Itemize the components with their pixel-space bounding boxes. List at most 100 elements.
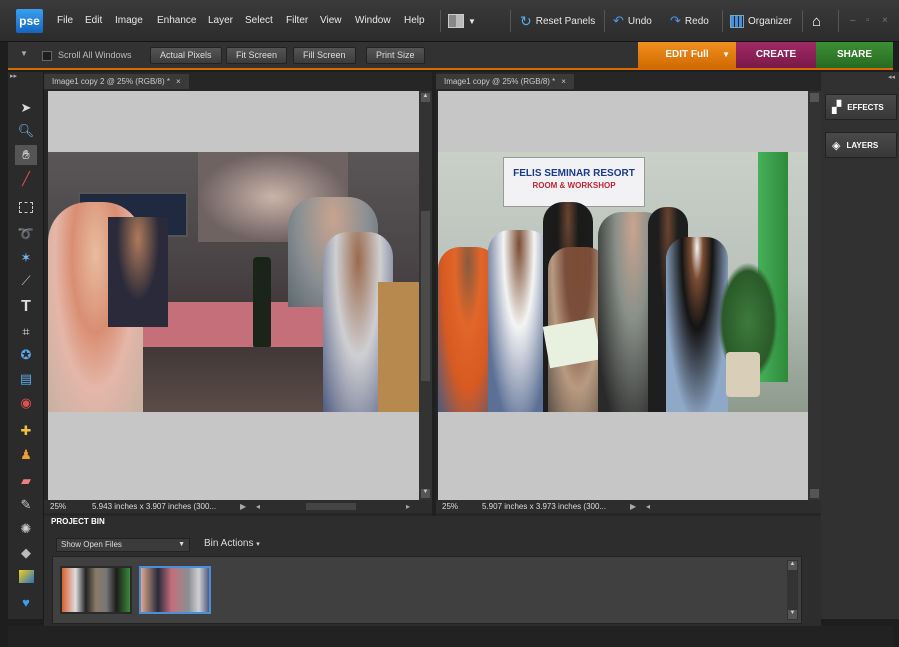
- hand-icon[interactable]: ✋︎: [15, 145, 37, 165]
- smart-brush-icon[interactable]: ✺: [15, 519, 37, 539]
- paint-bucket-icon[interactable]: ◆: [15, 543, 37, 563]
- menu-filter[interactable]: Filter: [286, 15, 308, 26]
- cookie-cutter-icon[interactable]: ✪: [15, 345, 37, 365]
- document-window-2: Image1 copy @ 25% (RGB/8) * × FELIS SEMI…: [436, 72, 821, 516]
- brush-icon[interactable]: ✎: [15, 495, 37, 515]
- menu-separator: [838, 10, 839, 32]
- menu-image[interactable]: Image: [115, 15, 143, 26]
- scroll-left-icon[interactable]: ◂: [646, 500, 650, 513]
- vertical-scrollbar-2[interactable]: [808, 91, 821, 500]
- fill-screen-button[interactable]: Fill Screen: [293, 47, 356, 64]
- move-icon[interactable]: ➤: [15, 98, 37, 118]
- fit-screen-button[interactable]: Fit Screen: [226, 47, 288, 64]
- tab-create[interactable]: CREATE: [736, 42, 816, 68]
- tab-share[interactable]: SHARE: [816, 42, 893, 68]
- custom-shape-icon[interactable]: ♥: [15, 593, 37, 613]
- scroll-down-icon[interactable]: ▼: [421, 489, 430, 498]
- scroll-all-windows-label: Scroll All Windows: [58, 50, 132, 60]
- minimize-icon[interactable]: –: [850, 15, 856, 26]
- menu-enhance[interactable]: Enhance: [157, 15, 196, 26]
- menu-help[interactable]: Help: [404, 15, 425, 26]
- document-tab-2[interactable]: Image1 copy @ 25% (RGB/8) * ×: [436, 74, 574, 89]
- arrange-button[interactable]: ▼: [448, 11, 476, 31]
- selection-brush-icon[interactable]: ⟋: [15, 271, 37, 291]
- collapse-toolbox-icon[interactable]: ▸▸: [10, 72, 17, 80]
- scroll-up-icon[interactable]: ▲: [788, 561, 797, 570]
- red-eye-icon[interactable]: ◉: [15, 393, 37, 413]
- menu-edit[interactable]: Edit: [85, 15, 102, 26]
- menu-select[interactable]: Select: [245, 15, 273, 26]
- show-open-files-label: Show Open Files: [61, 540, 122, 549]
- organizer-icon: [730, 14, 744, 28]
- effects-icon: ▞: [832, 100, 842, 114]
- close-tab-icon[interactable]: ×: [561, 74, 566, 89]
- menu-view[interactable]: View: [320, 15, 342, 26]
- layers-icon: ◈: [832, 139, 841, 152]
- document-canvas-1[interactable]: [48, 91, 419, 500]
- eyedropper-icon[interactable]: ╱: [15, 169, 37, 189]
- marquee-icon[interactable]: [15, 199, 37, 219]
- scroll-down-icon[interactable]: ▼: [788, 610, 797, 619]
- undo-button[interactable]: ↶ Undo: [613, 11, 652, 31]
- close-icon[interactable]: ×: [882, 15, 888, 26]
- layers-panel-button[interactable]: ◈ LAYERS: [825, 132, 897, 158]
- scroll-left-icon[interactable]: ◂: [256, 500, 260, 513]
- thumbnail-dinner-photo[interactable]: [139, 566, 211, 614]
- banner-line-1: FELIS SEMINAR RESORT: [513, 168, 635, 179]
- document-tab-1[interactable]: Image1 copy 2 @ 25% (RGB/8) * ×: [44, 74, 189, 89]
- document-canvas-2[interactable]: FELIS SEMINAR RESORT ROOM & WORKSHOP: [438, 91, 808, 500]
- scroll-up-icon[interactable]: ▲: [421, 93, 430, 102]
- scroll-all-windows-checkbox[interactable]: [42, 51, 52, 61]
- show-open-files-dropdown[interactable]: Show Open Files ▼: [56, 538, 190, 552]
- menu-window[interactable]: Window: [355, 15, 391, 26]
- scrollbar-thumb[interactable]: [421, 211, 430, 381]
- scroll-up-icon[interactable]: [810, 93, 819, 102]
- type-icon[interactable]: T: [15, 297, 37, 317]
- scroll-right-icon[interactable]: ▸: [406, 500, 410, 513]
- app-logo: pse: [16, 9, 43, 33]
- zoom-icon[interactable]: 🔍︎: [15, 121, 37, 141]
- redo-button[interactable]: ↷ Redo: [670, 11, 709, 31]
- bin-scrollbar[interactable]: ▲ ▼: [787, 560, 798, 620]
- menu-layer[interactable]: Layer: [208, 15, 233, 26]
- scroll-down-icon[interactable]: [810, 489, 819, 498]
- redo-icon: ↷: [670, 13, 681, 28]
- home-icon: ⌂: [812, 12, 822, 30]
- actual-pixels-button[interactable]: Actual Pixels: [150, 47, 222, 64]
- crop-icon[interactable]: ⌗: [15, 322, 37, 342]
- organizer-label: Organizer: [748, 15, 792, 27]
- eraser-icon[interactable]: ▰: [15, 471, 37, 491]
- options-bar: ▼ Scroll All Windows Actual Pixels Fit S…: [8, 42, 893, 70]
- horizontal-scrollbar-thumb[interactable]: [306, 503, 356, 510]
- status-menu-icon[interactable]: ▶: [240, 500, 246, 513]
- chevron-down-icon: ▾: [256, 541, 260, 548]
- chevron-down-icon[interactable]: ▼: [722, 42, 730, 68]
- undo-label: Undo: [627, 15, 652, 27]
- tool-options-chevron-icon[interactable]: ▼: [20, 49, 28, 58]
- restore-icon[interactable]: ▫: [866, 15, 870, 26]
- bin-actions-menu[interactable]: Bin Actions ▾: [204, 538, 260, 549]
- straighten-icon[interactable]: ▤: [15, 369, 37, 389]
- vertical-scrollbar-1[interactable]: ▲ ▼: [419, 91, 432, 500]
- organizer-button[interactable]: Organizer: [730, 11, 792, 31]
- chevron-down-icon: ▼: [468, 16, 476, 26]
- lasso-icon[interactable]: ➰: [15, 224, 37, 244]
- healing-brush-icon[interactable]: ✚: [15, 421, 37, 441]
- thumbnail-group-photo[interactable]: [60, 566, 132, 614]
- reset-panels-button[interactable]: ↻ Reset Panels: [520, 11, 595, 31]
- status-bar-1: 25% 5.943 inches x 3.907 inches (300... …: [44, 500, 432, 513]
- menu-separator: [722, 10, 723, 32]
- document-size: 5.943 inches x 3.907 inches (300...: [92, 502, 217, 511]
- print-size-button[interactable]: Print Size: [366, 47, 425, 64]
- tab-edit[interactable]: EDIT Full ▼: [638, 42, 736, 68]
- effects-panel-button[interactable]: ▞ EFFECTS: [825, 94, 897, 120]
- collapse-panels-icon[interactable]: ◂◂: [888, 73, 895, 81]
- clone-stamp-icon[interactable]: ♟: [15, 445, 37, 465]
- magic-wand-icon[interactable]: ✶: [15, 248, 37, 268]
- menu-file[interactable]: File: [57, 15, 73, 26]
- photo-group: FELIS SEMINAR RESORT ROOM & WORKSHOP: [438, 152, 808, 412]
- status-menu-icon[interactable]: ▶: [630, 500, 636, 513]
- home-button[interactable]: ⌂: [812, 11, 821, 31]
- close-tab-icon[interactable]: ×: [176, 74, 181, 89]
- gradient-icon[interactable]: [15, 569, 37, 589]
